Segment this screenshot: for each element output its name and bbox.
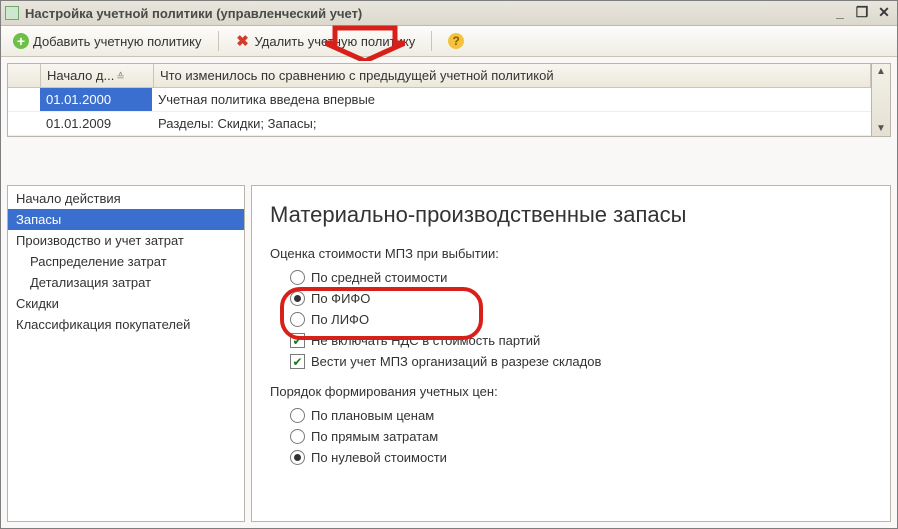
row-date: 01.01.2009 [40, 112, 152, 135]
table-header: Начало д...≙ Что изменилось по сравнению… [8, 64, 871, 88]
table-row[interactable]: 01.01.2000Учетная политика введена вперв… [8, 88, 871, 112]
row-text: Разделы: Скидки; Запасы; [152, 112, 871, 135]
header-date-col[interactable]: Начало д...≙ [41, 64, 154, 87]
close-button[interactable]: ✕ [875, 6, 893, 20]
valuation-option[interactable]: По ЛИФО [290, 309, 872, 330]
option-label: По средней стоимости [311, 270, 447, 285]
row-text: Учетная политика введена впервые [152, 88, 871, 111]
history-table: Начало д...≙ Что изменилось по сравнению… [7, 63, 872, 137]
content-area: Начало действияЗапасыПроизводство и учет… [1, 179, 897, 528]
sidebar-item[interactable]: Производство и учет затрат [8, 230, 244, 251]
sidebar-item[interactable]: Скидки [8, 293, 244, 314]
row-date: 01.01.2000 [40, 88, 152, 111]
add-policy-button[interactable]: + Добавить учетную политику [7, 31, 208, 51]
radio-icon [290, 270, 305, 285]
checkbox-label: Вести учет МПЗ организаций в разрезе скл… [311, 354, 601, 369]
toolbar-separator [218, 31, 219, 51]
titlebar: Настройка учетной политики (управленческ… [1, 1, 897, 26]
valuation-option[interactable]: По ФИФО [290, 288, 872, 309]
sidebar-item[interactable]: Запасы [8, 209, 244, 230]
pricing-option[interactable]: По прямым затратам [290, 426, 872, 447]
scroll-up-icon[interactable]: ▲ [876, 64, 886, 79]
checkbox-option[interactable]: ✔ Не включать НДС в стоимость партий [290, 330, 872, 351]
add-policy-label: Добавить учетную политику [33, 34, 202, 49]
radio-icon [290, 312, 305, 327]
radio-icon [290, 408, 305, 423]
sidebar-nav: Начало действияЗапасыПроизводство и учет… [7, 185, 245, 522]
option-label: По ФИФО [311, 291, 370, 306]
scroll-down-icon[interactable]: ▼ [876, 121, 886, 136]
window-title: Настройка учетной политики (управленческ… [25, 6, 827, 21]
app-icon [5, 6, 19, 20]
window: Настройка учетной политики (управленческ… [0, 0, 898, 529]
valuation-label: Оценка стоимости МПЗ при выбытии: [270, 246, 872, 261]
option-label: По нулевой стоимости [311, 450, 447, 465]
pricing-radio-group: По плановым ценам По прямым затратам По ну… [290, 405, 872, 468]
maximize-button[interactable]: ❐ [853, 6, 871, 20]
checkbox-option[interactable]: ✔ Вести учет МПЗ организаций в разрезе ск… [290, 351, 872, 372]
plus-icon: + [13, 33, 29, 49]
header-changes-col[interactable]: Что изменилось по сравнению с предыдущей… [154, 64, 871, 87]
checkbox-icon: ✔ [290, 333, 305, 348]
table-row[interactable]: 01.01.2009Разделы: Скидки; Запасы; [8, 112, 871, 136]
minimize-button[interactable]: _ [831, 6, 849, 20]
delete-policy-label: Удалить учетную политику [255, 34, 416, 49]
delete-policy-button[interactable]: ✖ Удалить учетную политику [229, 31, 422, 51]
option-label: По ЛИФО [311, 312, 369, 327]
checkbox-label: Не включать НДС в стоимость партий [311, 333, 540, 348]
table-scrollbar[interactable]: ▲ ▼ [872, 63, 891, 137]
panel-title: Материально-производственные запасы [270, 202, 872, 228]
history-table-wrap: Начало д...≙ Что изменилось по сравнению… [1, 57, 897, 179]
header-icon-col[interactable] [8, 64, 41, 87]
sort-icon: ≙ [116, 72, 124, 83]
radio-icon [290, 291, 305, 306]
toolbar-separator [431, 31, 432, 51]
valuation-radio-group: По средней стоимости По ФИФО По ЛИФО [290, 267, 872, 330]
sidebar-item[interactable]: Детализация затрат [8, 272, 244, 293]
main-panel: Материально-производственные запасы Оцен… [251, 185, 891, 522]
pricing-option[interactable]: По нулевой стоимости [290, 447, 872, 468]
sidebar-item[interactable]: Распределение затрат [8, 251, 244, 272]
pricing-label: Порядок формирования учетных цен: [270, 384, 872, 399]
toolbar: + Добавить учетную политику ✖ Удалить уч… [1, 26, 897, 57]
help-button[interactable]: ? [442, 31, 470, 51]
x-icon: ✖ [235, 33, 251, 49]
checkbox-group: ✔ Не включать НДС в стоимость партий ✔ Вест… [290, 330, 872, 372]
valuation-option[interactable]: По средней стоимости [290, 267, 872, 288]
radio-icon [290, 450, 305, 465]
pricing-option[interactable]: По плановым ценам [290, 405, 872, 426]
help-icon: ? [448, 33, 464, 49]
sidebar-item[interactable]: Начало действия [8, 188, 244, 209]
option-label: По прямым затратам [311, 429, 438, 444]
option-label: По плановым ценам [311, 408, 434, 423]
checkbox-icon: ✔ [290, 354, 305, 369]
sidebar-item[interactable]: Классификация покупателей [8, 314, 244, 335]
radio-icon [290, 429, 305, 444]
